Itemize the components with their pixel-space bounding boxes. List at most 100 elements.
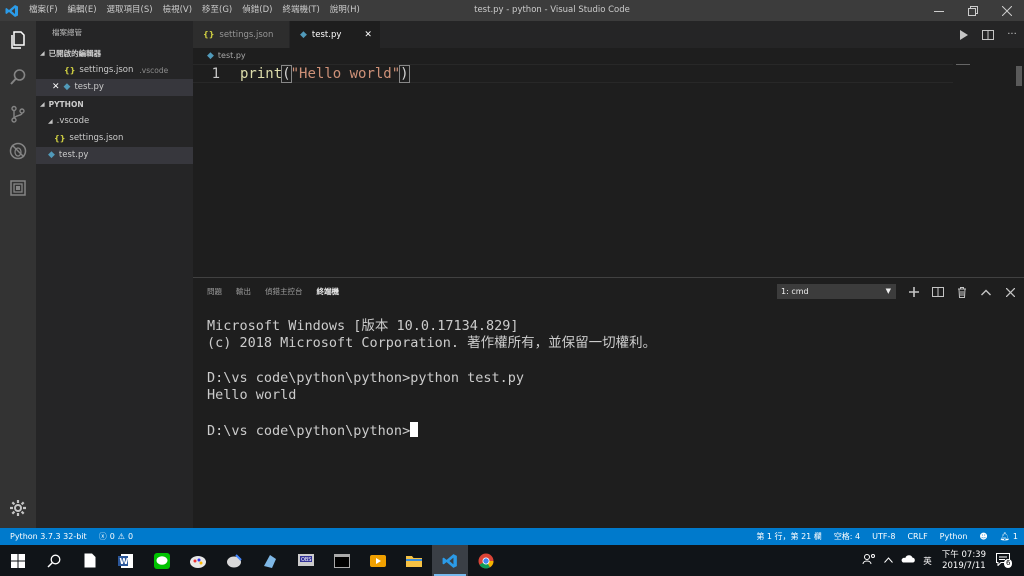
terminal-select[interactable]: 1: cmd ▼ [777,284,896,299]
menu-debug[interactable]: 偵錯(D) [237,0,277,21]
error-count: 0 [109,532,115,541]
terminal-line: D:\vs code\python\python>python test.py [207,369,524,386]
problems-indicator[interactable]: ⓧ 0 ⚠ 0 [93,528,139,545]
trash-icon[interactable] [950,278,974,306]
line-app-icon[interactable] [144,545,180,576]
tree-file-settings-json[interactable]: {} settings.json [36,130,193,147]
code-editor[interactable]: 1 print("Hello world") [193,64,1024,277]
terminal-app-icon[interactable] [324,545,360,576]
terminal-select-value: 1: cmd [781,287,809,296]
terminal-output[interactable]: Microsoft Windows [版本 10.0.17134.829] (c)… [207,318,656,440]
close-window-button[interactable] [990,0,1024,21]
encoding[interactable]: UTF-8 [866,528,901,545]
window-controls [922,0,1024,21]
tab-settings-json[interactable]: {} settings.json [193,21,290,48]
breadcrumb[interactable]: ◆ test.py [193,48,246,64]
status-bar: Python 3.7.3 32-bit ⓧ 0 ⚠ 0 第 1 行，第 21 欄… [0,528,1024,545]
menu-selection[interactable]: 選取項目(S) [102,0,158,21]
file-explorer-icon[interactable] [396,545,432,576]
tab-debug-console[interactable]: 偵錯主控台 [265,278,303,306]
open-editors-label: 已開啟的編輯器 [48,49,102,58]
tab-output[interactable]: 輸出 [236,278,251,306]
notification-badge: 6 [1004,558,1013,568]
new-terminal-icon[interactable] [902,278,926,306]
paint3d-app-icon[interactable] [216,545,252,576]
split-editor-icon[interactable] [976,21,1000,48]
chevron-up-icon[interactable] [880,556,897,566]
close-icon[interactable]: ✕ [52,79,60,96]
chrome-icon[interactable] [468,545,504,576]
file-icon[interactable] [72,545,108,576]
maximize-panel-icon[interactable] [974,278,998,306]
menu-edit[interactable]: 編輯(E) [63,0,102,21]
project-folder-header[interactable]: ◢ PYTHON [36,96,193,113]
settings-gear-icon[interactable] [0,489,36,526]
tab-terminal[interactable]: 終端機 [317,278,340,306]
system-tray: 英 下午 07:39 2019/7/11 6 [858,545,1024,576]
input-method-indicator[interactable]: 英 [919,555,936,567]
close-icon[interactable]: ✕ [364,30,372,40]
feedback-smiley-icon[interactable]: ☻ [973,528,993,545]
code-open-paren: ( [281,64,292,83]
vscode-taskbar-icon[interactable] [432,545,468,576]
end-of-line[interactable]: CRLF [901,528,933,545]
menu-help[interactable]: 說明(H) [325,0,365,21]
minimize-button[interactable] [922,0,956,21]
tree-file-test-py[interactable]: ◆ test.py [36,147,193,164]
windows-start-icon[interactable] [0,545,36,576]
terminal-prompt-line[interactable]: D:\vs code\python\python> [207,421,656,440]
notification-count: 1 [1012,532,1018,541]
tab-test-py[interactable]: ◆ test.py ✕ [290,21,381,48]
bell-icon: 🔔︎ [999,532,1010,541]
taskbar-clock[interactable]: 下午 07:39 2019/7/11 [936,550,992,572]
open-editor-settings-json[interactable]: {} settings.json .vscode [36,62,193,79]
clock-time: 下午 07:39 [941,549,986,560]
menu-go[interactable]: 移至(G) [197,0,237,21]
python-interpreter[interactable]: Python 3.7.3 32-bit [0,528,93,545]
search-icon[interactable] [36,545,72,576]
status-bar-right: 第 1 行，第 21 欄 空格: 4 UTF-8 CRLF Python ☻ 🔔… [750,528,1024,545]
chevron-down-icon: ◢ [40,101,45,108]
run-icon[interactable] [952,21,976,48]
onedrive-cloud-icon[interactable] [897,555,919,566]
close-panel-icon[interactable] [998,278,1022,306]
menu-view[interactable]: 檢視(V) [158,0,197,21]
cursor-position[interactable]: 第 1 行，第 21 欄 [750,528,827,545]
notifications[interactable]: 🔔︎ 1 [994,528,1024,545]
error-icon: ⓧ [98,532,107,541]
terminal-line: Hello world [207,387,297,404]
editor-scrollbar[interactable] [1016,66,1022,86]
code-line[interactable]: 1 print("Hello world") [193,64,953,83]
more-actions-icon[interactable]: ··· [1000,21,1024,48]
people-icon[interactable] [858,553,880,568]
video-app-icon[interactable] [360,545,396,576]
search-icon[interactable] [0,58,36,95]
explorer-icon[interactable] [0,21,36,58]
python-file-icon: ◆ [207,51,214,61]
split-terminal-icon[interactable] [926,278,950,306]
debug-icon[interactable] [0,132,36,169]
menu-terminal[interactable]: 終端機(T) [277,0,324,21]
source-control-icon[interactable] [0,95,36,132]
word-icon[interactable]: W [108,545,144,576]
indentation[interactable]: 空格: 4 [828,528,866,545]
open-editor-test-py[interactable]: ✕ ◆ test.py [36,79,193,96]
window-title: test.py - python - Visual Studio Code [474,5,630,15]
tree-folder-vscode[interactable]: ◢ .vscode [36,113,193,130]
language-mode[interactable]: Python [934,528,974,545]
tab-problems[interactable]: 問題 [207,278,222,306]
open-editors-header[interactable]: ◢ 已開啟的編輯器 [36,45,193,62]
bottom-panel: 問題 輸出 偵錯主控台 終端機 1: cmd ▼ Microsoft Windo… [193,277,1024,528]
minimap[interactable] [956,64,970,65]
breadcrumb-file[interactable]: test.py [218,48,246,64]
restore-button[interactable] [956,0,990,21]
warning-icon: ⚠ [117,532,125,541]
menu-file[interactable]: 檔案(F) [24,0,63,21]
extensions-icon[interactable] [0,169,36,206]
shape-app-icon[interactable] [252,545,288,576]
action-center-icon[interactable]: 6 [992,552,1024,569]
windows-taskbar: W OBS 英 下午 07:39 2019/7/11 6 [0,545,1024,576]
warning-count: 0 [127,532,134,541]
media-app-icon[interactable]: OBS [288,545,324,576]
paint-app-icon[interactable] [180,545,216,576]
